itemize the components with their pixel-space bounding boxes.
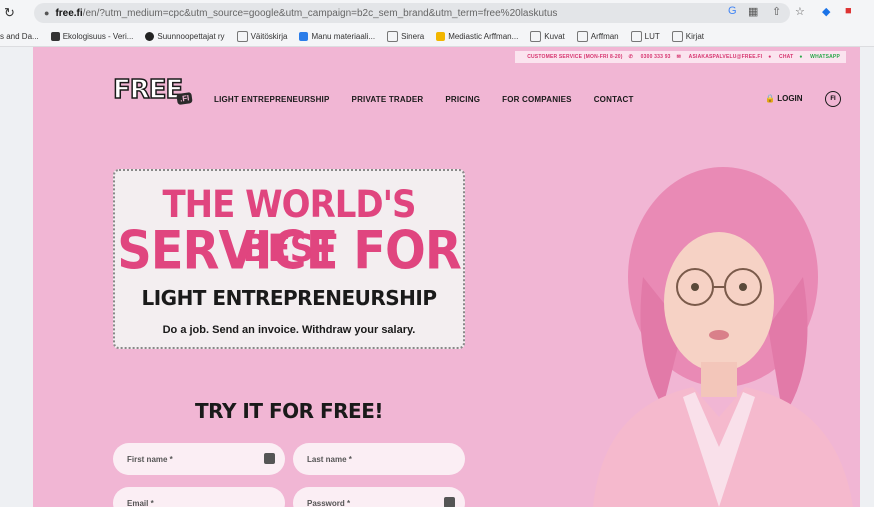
folder-icon: [530, 30, 542, 42]
bookmark-item[interactable]: Arffman: [576, 30, 619, 42]
hero-title-line2: SERVICE FOR: [117, 220, 462, 282]
top-info-bar: CUSTOMER SERVICE (MON-FRI 8-20) ✆ 0300 3…: [33, 51, 860, 63]
phone-link[interactable]: ✆ 0300 333 93: [629, 54, 671, 60]
share-icon[interactable]: ⇧: [772, 5, 781, 18]
customer-service-label: CUSTOMER SERVICE (MON-FRI 8-20): [527, 54, 623, 60]
translate-icon[interactable]: ▦: [748, 5, 758, 18]
logo-badge: .FI: [176, 91, 194, 106]
nav-contact[interactable]: CONTACT: [594, 95, 634, 104]
main-nav: LIGHT ENTREPRENEURSHIP PRIVATE TRADER PR…: [214, 95, 656, 104]
language-switch[interactable]: FI: [825, 91, 841, 107]
autofill-icon[interactable]: [264, 453, 275, 464]
bookmark-item[interactable]: Väitöskirja: [236, 30, 287, 42]
login-button[interactable]: 🔒 LOGIN: [765, 94, 803, 103]
whatsapp-link[interactable]: ● WHATSAPP: [799, 54, 840, 60]
url-domain: free.fi: [55, 7, 83, 19]
contact-info: CUSTOMER SERVICE (MON-FRI 8-20) ✆ 0300 3…: [515, 51, 846, 63]
bookmark-item[interactable]: LUT: [630, 30, 660, 42]
lock-icon: 🔒: [765, 94, 775, 103]
hero-woman-photo: [593, 167, 853, 507]
bookmark-icon: [50, 31, 60, 41]
profile-extension-icon[interactable]: ■: [845, 5, 852, 17]
password-field[interactable]: Password *: [293, 487, 465, 507]
chat-link[interactable]: ● CHAT: [768, 54, 793, 60]
bookmark-icon: [299, 31, 309, 41]
website-viewport: CUSTOMER SERVICE (MON-FRI 8-20) ✆ 0300 3…: [33, 47, 860, 507]
folder-icon: [630, 30, 642, 42]
folder-icon: [671, 30, 683, 42]
bookmark-item[interactable]: Sinera: [387, 30, 424, 42]
cta-heading: TRY IT FOR FREE!: [195, 399, 383, 423]
address-bar[interactable]: ● free.fi /en/?utm_medium=cpc&utm_source…: [34, 3, 790, 23]
folder-icon: [387, 30, 399, 42]
extension-icon[interactable]: ◆: [822, 5, 830, 18]
bookmark-item[interactable]: Kirjat: [671, 30, 704, 42]
nav-light-entrepreneurship[interactable]: LIGHT ENTREPRENEURSHIP: [214, 95, 330, 104]
nav-for-companies[interactable]: FOR COMPANIES: [502, 95, 572, 104]
bookmark-item[interactable]: s and Da...: [0, 32, 39, 41]
last-name-field[interactable]: Last name *: [293, 443, 465, 475]
hero-tagline: Do a job. Send an invoice. Withdraw your…: [162, 324, 416, 336]
logo[interactable]: FREE: [112, 74, 184, 106]
nav-private-trader[interactable]: PRIVATE TRADER: [352, 95, 424, 104]
google-icon[interactable]: G: [728, 5, 737, 17]
url-path: /en/?utm_medium=cpc&utm_source=google&ut…: [82, 7, 558, 19]
autofill-icon[interactable]: [444, 497, 455, 507]
bookmark-icon: [145, 31, 155, 41]
bookmark-icon: [436, 31, 446, 41]
bookmark-item[interactable]: Ekologisuus - Veri...: [50, 31, 133, 41]
bookmark-star-icon[interactable]: ☆: [795, 5, 805, 18]
bookmark-item[interactable]: Kuvat: [530, 30, 565, 42]
email-link[interactable]: ✉ ASIAKASPALVELU@FREE.FI: [677, 54, 763, 60]
first-name-field[interactable]: First name *: [113, 443, 285, 475]
bookmarks-bar: s and Da... Ekologisuus - Veri... Suunno…: [0, 26, 874, 47]
reload-icon[interactable]: ↻: [4, 5, 15, 21]
folder-icon: [576, 30, 588, 42]
hero-card: THE WORLD'S BEST SERVICE FOR LIGHT ENTRE…: [113, 169, 465, 349]
folder-icon: [236, 30, 248, 42]
bookmark-item[interactable]: Manu materiaali...: [299, 31, 375, 41]
email-field[interactable]: Email *: [113, 487, 285, 507]
nav-pricing[interactable]: PRICING: [445, 95, 480, 104]
bookmark-item[interactable]: Suunnoopettajat ry: [145, 31, 225, 41]
site-info-icon[interactable]: ●: [44, 8, 49, 18]
bookmark-item[interactable]: Mediastic Arffman...: [436, 31, 518, 41]
browser-toolbar: ↻ ● free.fi /en/?utm_medium=cpc&utm_sour…: [0, 0, 874, 26]
hero-subtitle: LIGHT ENTREPRENEURSHIP: [141, 286, 437, 310]
